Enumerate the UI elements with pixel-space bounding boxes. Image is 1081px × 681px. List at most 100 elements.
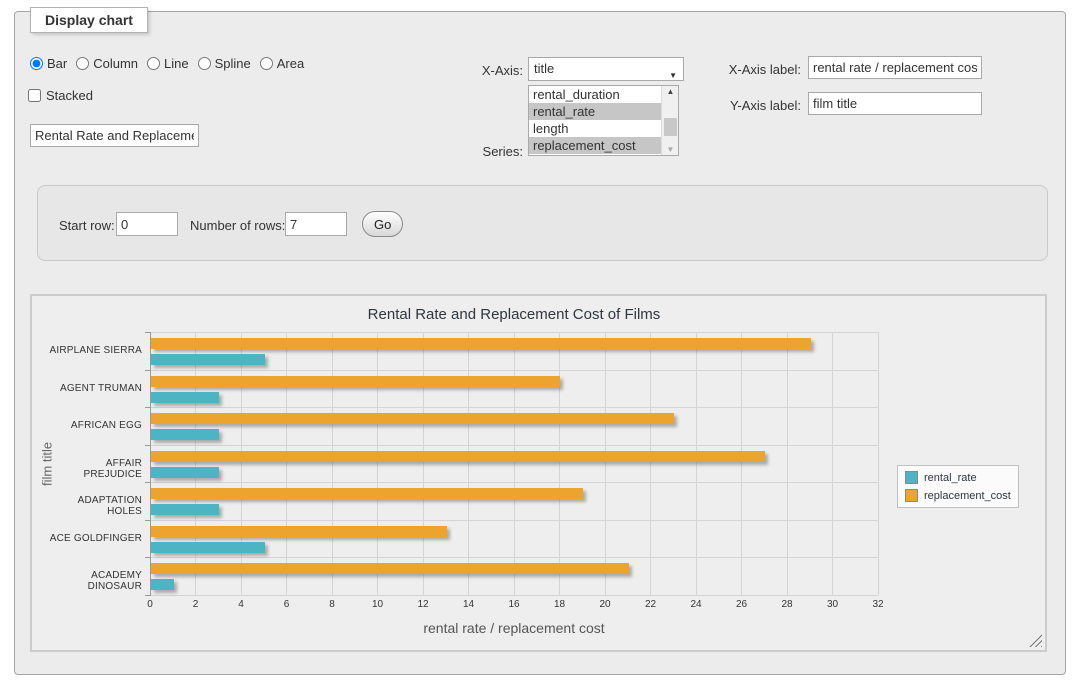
chart-type-option-line: Line (147, 56, 189, 71)
radio-bar-label: Bar (47, 56, 67, 71)
x-tick-label: 30 (818, 599, 848, 610)
x-axis-select-label: X-Axis: (433, 63, 523, 78)
gridline-horizontal (150, 595, 878, 596)
stacked-label: Stacked (46, 88, 93, 103)
category-label: ACE GOLDFINGER (46, 533, 142, 544)
num-rows-label: Number of rows: (190, 218, 285, 233)
radio-line-label: Line (164, 56, 189, 71)
num-rows-input[interactable] (285, 212, 347, 236)
series-select-label: Series: (433, 144, 523, 159)
bar-rental_rate (151, 429, 219, 440)
radio-line[interactable] (147, 57, 160, 70)
y-axis-line (150, 332, 151, 596)
radio-column-label: Column (93, 56, 138, 71)
bar-rental_rate (151, 504, 219, 515)
x-tick-label: 32 (863, 599, 893, 610)
chart-title: Rental Rate and Replacement Cost of Film… (150, 306, 878, 323)
plot-area (150, 332, 878, 595)
bar-rental_rate (151, 392, 219, 403)
chart-legend: rental_rate replacement_cost (897, 465, 1019, 508)
start-row-input[interactable] (116, 212, 178, 236)
legend-item-rental_rate: rental_rate (905, 471, 1011, 484)
chart-type-radio-group: Bar Column Line Spline Area (30, 56, 313, 71)
bar-replacement_cost (151, 451, 765, 462)
chart-type-option-spline: Spline (198, 56, 251, 71)
radio-spline[interactable] (198, 57, 211, 70)
bar-rental_rate (151, 579, 174, 590)
radio-spline-label: Spline (215, 56, 251, 71)
go-button[interactable]: Go (362, 211, 403, 237)
scrollbar-thumb[interactable] (664, 118, 677, 136)
resize-handle-icon[interactable] (1029, 634, 1042, 647)
stacked-option: Stacked (28, 88, 93, 103)
gridline-horizontal (150, 370, 878, 371)
stacked-checkbox[interactable] (28, 89, 41, 102)
y-axis-label-field-label: Y-Axis label: (703, 98, 801, 113)
bar-replacement_cost (151, 563, 629, 574)
scroll-up-icon[interactable]: ▲ (662, 87, 679, 96)
x-tick-label: 16 (499, 599, 529, 610)
series-option-rental_duration[interactable]: rental_duration (529, 86, 678, 103)
x-tick-label: 20 (590, 599, 620, 610)
bar-replacement_cost (151, 526, 447, 537)
radio-area-label: Area (277, 56, 304, 71)
gridline-horizontal (150, 407, 878, 408)
series-multiselect[interactable]: rental_durationrental_ratelengthreplacem… (528, 85, 679, 156)
chart-x-axis-title: rental rate / replacement cost (150, 620, 878, 636)
chart-title-input[interactable] (30, 124, 199, 147)
scroll-down-icon[interactable]: ▼ (662, 145, 679, 154)
radio-column[interactable] (76, 57, 89, 70)
x-tick-label: 28 (772, 599, 802, 610)
series-option-replacement_cost[interactable]: replacement_cost (529, 137, 678, 154)
bar-replacement_cost (151, 338, 811, 349)
chart-type-option-column: Column (76, 56, 138, 71)
legend-swatch-icon (905, 489, 918, 502)
category-label: AGENT TRUMAN (46, 383, 142, 394)
x-tick-label: 14 (454, 599, 484, 610)
start-row-label: Start row: (59, 218, 115, 233)
legend-item-replacement_cost: replacement_cost (905, 489, 1011, 502)
x-tick-label: 26 (727, 599, 757, 610)
panel-title: Display chart (30, 7, 148, 33)
series-option-rental_rate[interactable]: rental_rate (529, 103, 678, 120)
chart-type-option-area: Area (260, 56, 304, 71)
series-option-length[interactable]: length (529, 120, 678, 137)
legend-label: replacement_cost (924, 490, 1011, 502)
category-label: AFFAIR PREJUDICE (46, 458, 142, 480)
bar-replacement_cost (151, 488, 583, 499)
series-options: rental_durationrental_ratelengthreplacem… (529, 86, 678, 154)
x-tick-label: 2 (181, 599, 211, 610)
x-axis-select[interactable]: title ▼ (528, 57, 684, 81)
x-tick-label: 18 (545, 599, 575, 610)
y-axis-label-input[interactable] (808, 92, 982, 115)
bar-rental_rate (151, 467, 219, 478)
gridline-horizontal (150, 482, 878, 483)
bar-replacement_cost (151, 376, 560, 387)
chevron-down-icon: ▼ (669, 65, 677, 87)
gridline-horizontal (150, 557, 878, 558)
bar-rental_rate (151, 354, 265, 365)
x-tick-label: 12 (408, 599, 438, 610)
x-tick-label: 4 (226, 599, 256, 610)
row-range-panel (37, 185, 1048, 261)
chart-container: Rental Rate and Replacement Cost of Film… (30, 294, 1047, 652)
x-tick-label: 8 (317, 599, 347, 610)
scrollbar[interactable]: ▲ ▼ (661, 86, 678, 155)
radio-bar[interactable] (30, 57, 43, 70)
radio-area[interactable] (260, 57, 273, 70)
legend-swatch-icon (905, 471, 918, 484)
legend-label: rental_rate (924, 472, 977, 484)
gridline-horizontal (150, 332, 878, 333)
x-tick-label: 22 (636, 599, 666, 610)
x-tick-label: 24 (681, 599, 711, 610)
bar-rental_rate (151, 542, 265, 553)
category-label: ADAPTATION HOLES (46, 495, 142, 517)
x-tick-label: 10 (363, 599, 393, 610)
gridline-horizontal (150, 445, 878, 446)
gridline-horizontal (150, 520, 878, 521)
x-tick-label: 0 (135, 599, 165, 610)
category-label: ACADEMY DINOSAUR (46, 570, 142, 592)
category-label: AIRPLANE SIERRA (46, 345, 142, 356)
x-axis-label-input[interactable] (808, 56, 982, 79)
x-tick-label: 6 (272, 599, 302, 610)
